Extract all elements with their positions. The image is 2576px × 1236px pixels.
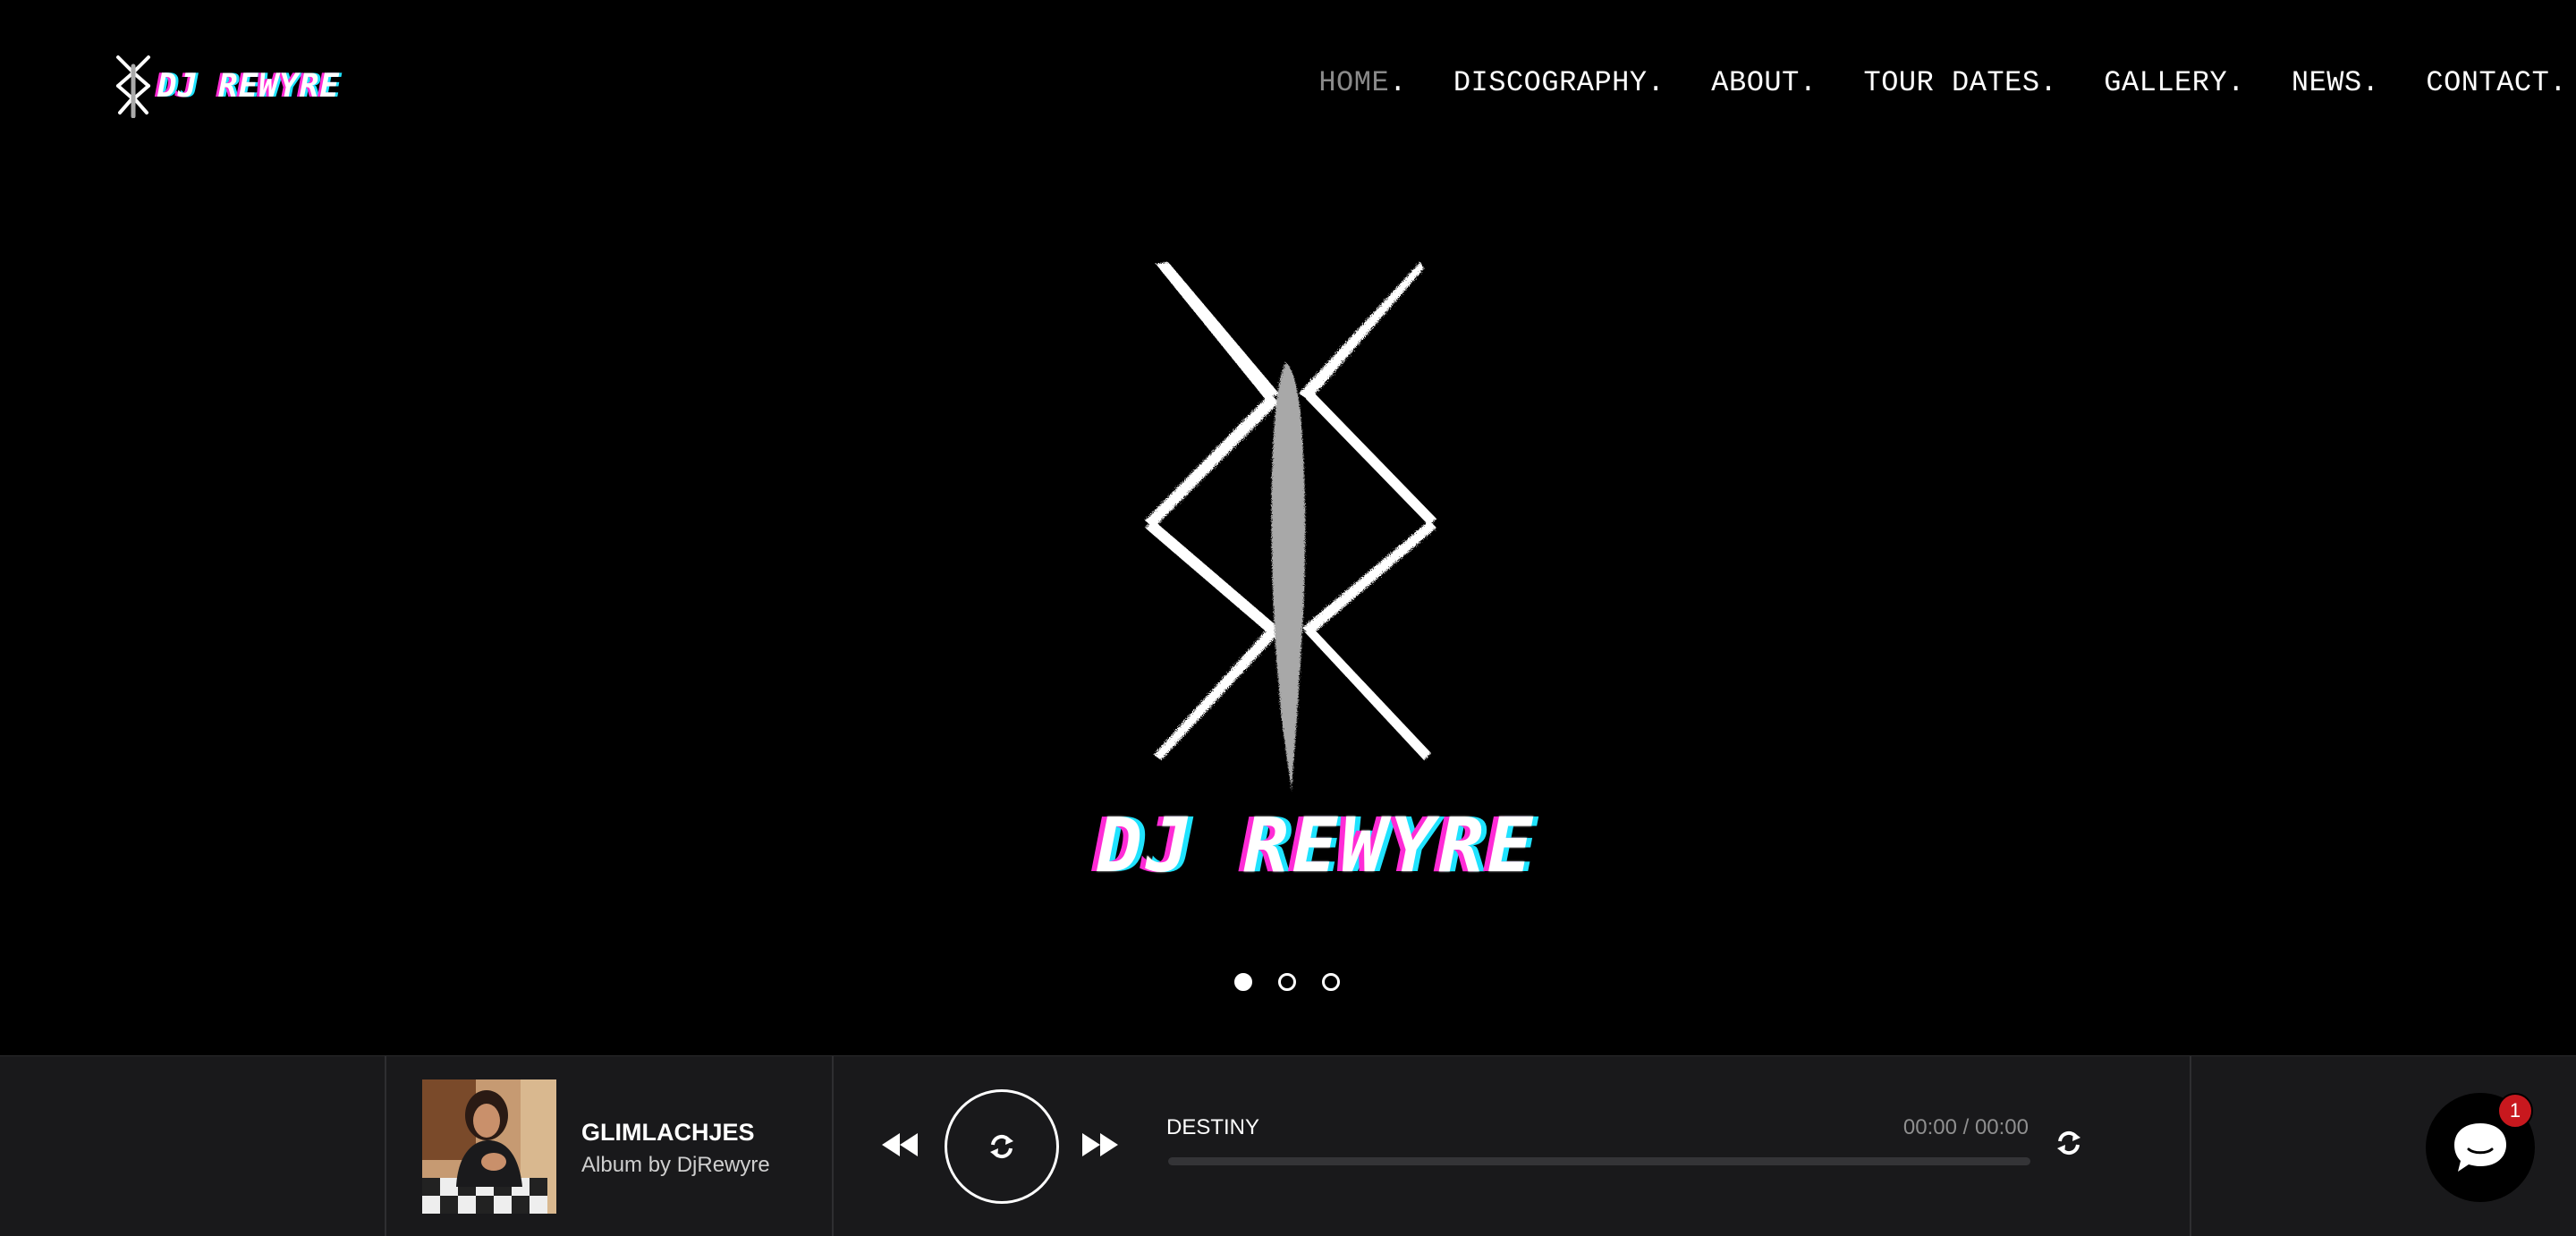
repeat-icon xyxy=(2057,1130,2080,1156)
track-name: DESTINY xyxy=(1166,1115,1260,1139)
nav-item-gallery[interactable]: GALLERY. xyxy=(2104,66,2245,99)
nav-item-contact[interactable]: CONTACT. xyxy=(2426,66,2567,99)
hero-emblem-icon xyxy=(1145,262,1436,792)
hero-title: DJ REWYRE xyxy=(1097,801,1537,889)
previous-track-button[interactable] xyxy=(880,1131,919,1158)
player-divider xyxy=(2190,1056,2191,1236)
nav-item-home[interactable]: HOME. xyxy=(1318,66,1407,99)
logo-emblem-icon xyxy=(116,55,150,118)
play-toggle-button[interactable] xyxy=(945,1089,1059,1204)
nav-separator: . xyxy=(2361,66,2380,99)
nav-item-tour-dates[interactable]: TOUR DATES. xyxy=(1864,66,2058,99)
player-divider xyxy=(832,1056,834,1236)
nav-separator: . xyxy=(2227,66,2245,99)
fast-forward-icon xyxy=(1082,1133,1118,1156)
nav-item-news[interactable]: NEWS. xyxy=(2292,66,2380,99)
nav-label: TOUR DATES xyxy=(1863,66,2040,99)
audio-player-bar: GLIMLACHJES Album by DjRewyre DESTINY 00… xyxy=(0,1055,2576,1236)
repeat-icon xyxy=(990,1134,1013,1159)
slide-dot-1[interactable] xyxy=(1234,973,1252,991)
nav-item-about[interactable]: ABOUT. xyxy=(1711,66,1817,99)
rewind-icon xyxy=(882,1133,918,1156)
nav-separator: . xyxy=(2549,66,2567,99)
progress-bar[interactable] xyxy=(1168,1157,2030,1165)
album-cover[interactable] xyxy=(422,1079,556,1214)
album-subtitle: Album by DjRewyre xyxy=(581,1153,770,1177)
slider-pagination xyxy=(1234,973,1340,991)
track-time: 00:00 / 00:00 xyxy=(1902,1115,2029,1139)
logo-text: DJ REWYRE xyxy=(157,67,341,105)
site-logo[interactable]: DJ REWYRE xyxy=(113,54,340,118)
slide-dot-3[interactable] xyxy=(1322,973,1340,991)
album-cover-image xyxy=(422,1079,556,1214)
nav-label: NEWS xyxy=(2291,66,2362,99)
nav-label: CONTACT xyxy=(2426,66,2550,99)
nav-separator: . xyxy=(1389,66,1407,99)
nav-label: DISCOGRAPHY xyxy=(1453,66,1648,99)
nav-label: HOME xyxy=(1318,66,1390,99)
repeat-button[interactable] xyxy=(2055,1130,2082,1156)
nav-separator: . xyxy=(1647,66,1665,99)
next-track-button[interactable] xyxy=(1080,1131,1120,1158)
main-nav: HOME. DISCOGRAPHY. ABOUT. TOUR DATES. GA… xyxy=(1272,66,2567,99)
chat-notification-badge: 1 xyxy=(2497,1093,2533,1129)
nav-separator: . xyxy=(2039,66,2058,99)
nav-label: GALLERY xyxy=(2104,66,2228,99)
player-divider xyxy=(385,1056,386,1236)
nav-separator: . xyxy=(1799,66,1818,99)
chat-bubble-icon xyxy=(2454,1123,2506,1172)
nav-item-discography[interactable]: DISCOGRAPHY. xyxy=(1453,66,1665,99)
nav-label: ABOUT xyxy=(1711,66,1800,99)
album-title[interactable]: GLIMLACHJES xyxy=(581,1119,755,1147)
slide-dot-2[interactable] xyxy=(1278,973,1296,991)
